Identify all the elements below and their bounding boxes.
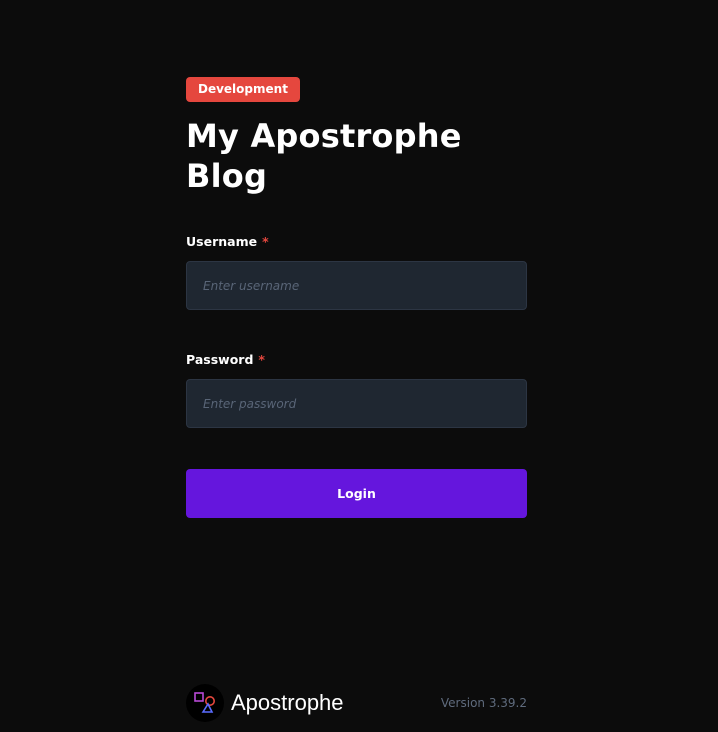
brand: Apostrophe (186, 684, 344, 722)
username-label-text: Username (186, 234, 258, 249)
footer: Apostrophe Version 3.39.2 (186, 684, 527, 722)
apostrophe-logo-icon (186, 684, 224, 722)
login-form: Development My Apostrophe Blog Username *… (186, 77, 527, 518)
login-page: Development My Apostrophe Blog Username *… (0, 0, 718, 732)
username-label: Username * (186, 234, 527, 250)
password-label: Password * (186, 352, 527, 368)
brand-name: Apostrophe (231, 690, 344, 715)
username-input[interactable] (186, 261, 527, 310)
page-title: My Apostrophe Blog (186, 117, 462, 195)
environment-badge: Development (186, 77, 300, 102)
password-input[interactable] (186, 379, 527, 428)
required-mark: * (262, 234, 269, 249)
version-label: Version 3.39.2 (440, 696, 527, 710)
login-button[interactable]: Login (186, 469, 527, 518)
required-mark: * (258, 352, 265, 367)
password-label-text: Password (186, 352, 254, 367)
